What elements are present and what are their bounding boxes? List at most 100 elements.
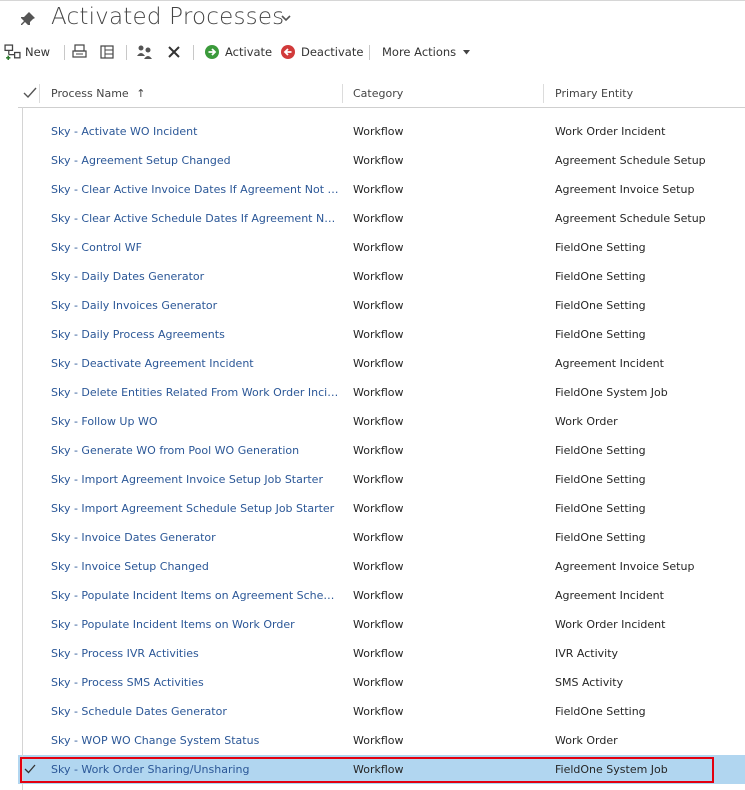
process-name-link[interactable]: Sky - Generate WO from Pool WO Generatio… (51, 436, 339, 465)
activate-label: Activate (225, 45, 273, 59)
table-row[interactable]: Sky - Process SMS Activities Workflow SMS … (18, 668, 745, 697)
category-cell: Workflow (353, 444, 404, 457)
grid-rows: Sky - Activate Agreement Incident Agreem… (18, 107, 745, 790)
activate-button[interactable]: Activate (204, 40, 272, 64)
export-button[interactable] (99, 40, 115, 64)
column-header-category[interactable]: Category (353, 80, 403, 107)
process-name-link[interactable]: Sky - Delete Entities Related From Work … (51, 378, 339, 407)
assign-button[interactable] (136, 40, 154, 64)
process-name-link[interactable]: Sky - Daily Dates Generator (51, 262, 339, 291)
process-name-link[interactable]: Sky - Daily Process Agreements (51, 320, 339, 349)
toolbar-divider (64, 45, 65, 60)
column-label: Process Name (51, 87, 129, 100)
process-name-link[interactable]: Sky - Daily Invoices Generator (51, 291, 339, 320)
primary-entity-cell: Agreement Schedule Setup (555, 212, 706, 225)
table-row[interactable]: Sky - Daily Invoices Generator Workflow Fi… (18, 291, 745, 320)
process-name-link[interactable]: Sky - Import Agreement Schedule Setup Jo… (51, 494, 339, 523)
table-row[interactable]: Sky - Clear Active Invoice Dates If Agre… (18, 175, 745, 204)
category-cell: Workflow (353, 386, 404, 399)
table-row[interactable]: Sky - Import Agreement Schedule Setup Jo… (18, 494, 745, 523)
process-name-link[interactable]: Sky - Clear Active Schedule Dates If Agr… (51, 204, 339, 233)
process-name-link[interactable]: Sky - Deactivate Agreement Incident (51, 349, 339, 378)
column-label: Primary Entity (555, 87, 634, 100)
new-button[interactable]: New (4, 40, 50, 64)
process-name-link[interactable]: Sky - Follow Up WO (51, 407, 339, 436)
select-all-checkbox[interactable] (23, 87, 37, 99)
sort-ascending-icon: ↑ (136, 87, 146, 100)
table-row[interactable]: Sky - Activate Agreement Incident Agreem… (18, 107, 745, 111)
category-cell: Workflow (353, 154, 404, 167)
row-checkmark-icon[interactable] (24, 764, 36, 774)
process-name-link[interactable]: Sky - Invoice Setup Changed (51, 552, 339, 581)
table-row[interactable]: Sky - Invoice Setup Changed Workflow Agree… (18, 552, 745, 581)
category-cell: Workflow (353, 270, 404, 283)
table-row[interactable]: Sky - Daily Process Agreements Workflow Fi… (18, 320, 745, 349)
process-name-link[interactable]: Sky - Process SMS Activities (51, 668, 339, 697)
primary-entity-cell: Work Order Incident (555, 618, 666, 631)
close-icon (168, 46, 180, 58)
primary-entity-cell: Work Order (555, 734, 618, 747)
table-row[interactable]: Sky - Process IVR Activities Workflow IVR … (18, 639, 745, 668)
category-cell: Workflow (353, 589, 404, 602)
delete-button[interactable] (166, 40, 182, 64)
table-row[interactable]: Sky - Work Order Sharing/Unsharing Workfl… (18, 755, 745, 784)
table-row[interactable]: Sky - Clear Active Schedule Dates If Agr… (18, 204, 745, 233)
process-name-link[interactable]: Sky - Invoice Dates Generator (51, 523, 339, 552)
table-row[interactable]: Sky - Control WF Workflow FieldOne Setting (18, 233, 745, 262)
email-link-button[interactable] (72, 40, 88, 64)
new-label: New (25, 45, 51, 59)
primary-entity-cell: IVR Activity (555, 647, 619, 660)
primary-entity-cell: FieldOne Setting (555, 531, 646, 544)
process-name-link[interactable]: Sky - Activate WO Incident (51, 117, 339, 146)
table-row[interactable]: Sky - Activate WO Incident Workflow Work O… (18, 117, 745, 146)
primary-entity-cell: FieldOne System Job (555, 386, 668, 399)
primary-entity-cell: Agreement Incident (555, 357, 664, 370)
toolbar-divider (193, 45, 194, 60)
process-name-link[interactable]: Sky - WOP WO Change System Status (51, 726, 339, 755)
more-actions-button[interactable]: More Actions (382, 40, 471, 64)
primary-entity-cell: Agreement Schedule Setup (555, 154, 706, 167)
table-row[interactable]: Sky - Agreement Setup Changed Workflow Agr… (18, 146, 745, 175)
column-header-process-name[interactable]: Process Name ↑ (51, 80, 145, 107)
primary-entity-cell: FieldOne Setting (555, 299, 646, 312)
process-name-link[interactable]: Sky - Control WF (51, 233, 339, 262)
page-header: Activated Processes (0, 0, 745, 40)
table-row[interactable]: Sky - WOP WO Change System Status Workflo… (18, 726, 745, 755)
category-cell: Workflow (353, 618, 404, 631)
category-cell: Workflow (353, 183, 404, 196)
table-row[interactable]: Sky - Follow Up WO Workflow Work Order (18, 407, 745, 436)
column-divider (39, 84, 40, 103)
primary-entity-cell: FieldOne Setting (555, 270, 646, 283)
deactivate-button[interactable]: Deactivate (280, 40, 363, 64)
table-row[interactable]: Sky - Populate Incident Items on Agreeme… (18, 581, 745, 610)
command-bar: New Activate Deactivate More Actions (0, 40, 745, 64)
new-process-icon (4, 43, 21, 60)
table-row[interactable]: Sky - Schedule Dates Generator Workflow Fi… (18, 697, 745, 726)
process-name-link[interactable]: Sky - Schedule Dates Generator (51, 697, 339, 726)
table-row[interactable]: Sky - Populate Incident Items on Work Or… (18, 610, 745, 639)
table-row[interactable]: Sky - Invoice Dates Generator Workflow Fie… (18, 523, 745, 552)
process-name-link[interactable]: Sky - Import Agreement Invoice Setup Job… (51, 465, 339, 494)
table-row[interactable]: Sky - Daily Dates Generator Workflow Field… (18, 262, 745, 291)
pin-icon[interactable] (20, 11, 36, 27)
process-name-link[interactable]: Sky - Agreement Setup Changed (51, 146, 339, 175)
process-name-link[interactable]: Sky - Process IVR Activities (51, 639, 339, 668)
primary-entity-cell: SMS Activity (555, 676, 624, 689)
category-cell: Workflow (353, 212, 404, 225)
process-name-link[interactable]: Sky - Work Order Sharing/Unsharing (51, 755, 339, 784)
chevron-down-icon[interactable] (281, 14, 291, 22)
primary-entity-cell: FieldOne System Job (555, 763, 668, 776)
process-name-link[interactable]: Sky - Populate Incident Items on Agreeme… (51, 581, 339, 610)
primary-entity-cell: Work Order (555, 415, 618, 428)
column-label: Category (353, 87, 404, 100)
column-divider (342, 84, 343, 103)
process-name-link[interactable]: Sky - Populate Incident Items on Work Or… (51, 610, 339, 639)
process-name-link[interactable]: Sky - Clear Active Invoice Dates If Agre… (51, 175, 339, 204)
table-row[interactable]: Sky - Deactivate Agreement Incident Workf… (18, 349, 745, 378)
table-row[interactable]: Sky - Generate WO from Pool WO Generatio… (18, 436, 745, 465)
primary-entity-cell: Agreement Invoice Setup (555, 560, 695, 573)
table-row[interactable]: Sky - Delete Entities Related From Work … (18, 378, 745, 407)
primary-entity-cell: FieldOne Setting (555, 241, 646, 254)
table-row[interactable]: Sky - Import Agreement Invoice Setup Job… (18, 465, 745, 494)
column-header-primary-entity[interactable]: Primary Entity (555, 80, 633, 107)
